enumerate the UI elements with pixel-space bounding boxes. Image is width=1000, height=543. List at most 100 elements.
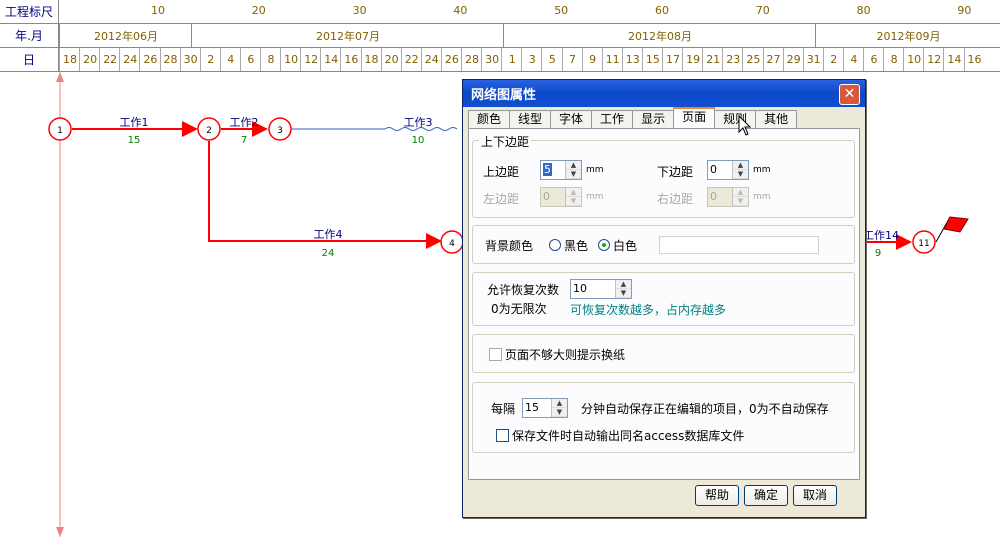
spin-up-icon: ▲: [733, 188, 748, 197]
day-cell: 7: [561, 48, 583, 71]
top-margin-stepper[interactable]: 5 ▲ ▼: [540, 160, 582, 180]
scale-tick: 20: [251, 4, 266, 17]
month-cell: 2012年09月: [815, 24, 1000, 47]
undo-count-value[interactable]: 10: [571, 280, 615, 298]
day-cell: 2: [199, 48, 221, 71]
arrow-task4: [208, 141, 442, 249]
spin-down-icon[interactable]: ▼: [733, 170, 748, 179]
background-color-swatch[interactable]: [659, 236, 819, 254]
radio-white-label[interactable]: 白色: [613, 237, 637, 254]
tab-other[interactable]: 其他: [755, 110, 798, 128]
day-cell: 14: [943, 48, 964, 71]
spin-up-icon[interactable]: ▲: [552, 399, 567, 408]
day-cell: 11: [601, 48, 623, 71]
day-cell: 2: [822, 48, 844, 71]
network-properties-dialog: 网络图属性 ✕ 颜色 线型 字体 工作 显示 页面 规则 其他 上下边距 上边距…: [462, 79, 866, 518]
task1-duration: 15: [128, 135, 141, 146]
task2-name: 工作2: [230, 116, 259, 129]
mouse-cursor-icon: [738, 115, 752, 136]
autosave-interval-value[interactable]: 15: [523, 399, 551, 417]
help-button[interactable]: 帮助: [695, 485, 739, 506]
day-cell: 17: [662, 48, 683, 71]
day-cell: 28: [159, 48, 181, 71]
spin-down-icon[interactable]: ▼: [552, 408, 567, 417]
bottom-margin-label: 下边距: [657, 165, 694, 179]
day-cell: 22: [99, 48, 120, 71]
tab-work[interactable]: 工作: [591, 110, 634, 128]
day-cell: 12: [923, 48, 944, 71]
scale-tick: 90: [957, 4, 972, 17]
month-cell: 2012年06月: [59, 24, 192, 47]
day-cell: 18: [59, 48, 80, 71]
scale-tick: 80: [856, 4, 871, 17]
tab-font[interactable]: 字体: [550, 110, 593, 128]
autosave-interval-stepper[interactable]: 15 ▲ ▼: [522, 398, 568, 418]
spin-up-icon[interactable]: ▲: [566, 161, 581, 170]
autosave-prefix: 每隔: [491, 402, 516, 416]
bottom-margin-stepper[interactable]: 0 ▲ ▼: [707, 160, 749, 180]
spin-down-icon[interactable]: ▼: [566, 170, 581, 179]
day-cell: 13: [621, 48, 643, 71]
svg-text:4: 4: [449, 239, 455, 249]
day-cell: 6: [863, 48, 884, 71]
day-cell: 18: [360, 48, 382, 71]
export-access-checkbox[interactable]: [496, 429, 509, 442]
tab-color[interactable]: 颜色: [468, 110, 511, 128]
spin-down-icon[interactable]: ▼: [616, 289, 631, 298]
top-margin-value[interactable]: 5: [541, 161, 565, 179]
paper-prompt-checkbox[interactable]: [489, 348, 502, 361]
radio-white[interactable]: [598, 239, 610, 251]
paper-prompt-label[interactable]: 页面不够大则提示换纸: [505, 346, 625, 363]
scale-tick: 70: [755, 4, 770, 17]
day-label: 日: [0, 48, 59, 71]
node-2: 2: [197, 117, 221, 141]
undo-note: 可恢复次数越多，占内存越多: [570, 303, 727, 317]
radio-black[interactable]: [549, 239, 561, 251]
timeline-ruler: 工程标尺 10 20 30 40 50 60 70 80 90 年.月 2012年06月 2012…: [0, 0, 1000, 72]
close-icon[interactable]: ✕: [839, 84, 860, 105]
svg-text:2: 2: [206, 126, 212, 136]
day-cell: 3: [521, 48, 542, 71]
undo-count-stepper[interactable]: 10 ▲ ▼: [570, 279, 632, 299]
left-margin-stepper: 0 ▲ ▼: [540, 187, 582, 207]
right-margin-label: 右边距: [657, 192, 694, 206]
end-flag-icon: [943, 216, 969, 233]
tab-page[interactable]: 页面: [673, 107, 716, 129]
radio-black-label[interactable]: 黑色: [564, 237, 588, 254]
task14-name: 工作14: [863, 229, 899, 242]
day-cell: 26: [440, 48, 462, 71]
dialog-title-bar[interactable]: 网络图属性 ✕: [463, 80, 865, 107]
left-margin-value: 0: [543, 190, 550, 203]
day-cell: 26: [139, 48, 160, 71]
tab-page-panel: 上下边距 上边距 5 ▲ ▼ mm 下边距 0 ▲ ▼ mm 左边距 0 ▲ ▼ mm…: [468, 128, 860, 480]
bottom-margin-value[interactable]: 0: [708, 161, 732, 179]
top-margin-unit: mm: [586, 165, 604, 175]
day-cell: 4: [219, 48, 241, 71]
bottom-margin-unit: mm: [753, 165, 771, 175]
scale-tick: 30: [352, 4, 367, 17]
right-margin-unit: mm: [753, 192, 771, 202]
spin-up-icon[interactable]: ▲: [616, 280, 631, 289]
node-3: 3: [268, 117, 292, 141]
day-cell: 24: [119, 48, 140, 71]
day-cell: 31: [802, 48, 824, 71]
day-cell: 30: [481, 48, 502, 71]
top-margin-label: 上边距: [483, 165, 520, 179]
export-access-label[interactable]: 保存文件时自动输出同名access数据库文件: [512, 427, 744, 444]
right-margin-value: 0: [710, 190, 717, 203]
spin-up-icon[interactable]: ▲: [733, 161, 748, 170]
ok-button[interactable]: 确定: [744, 485, 788, 506]
day-row: 日 18 20 22 24 26 28 30 2 4 6 8 10 12 14 16 18 20 22 24 26 28…: [0, 48, 1000, 72]
tab-linetype[interactable]: 线型: [509, 110, 552, 128]
scale-label: 工程标尺: [0, 0, 59, 23]
day-cell: 30: [179, 48, 201, 71]
month-label: 年.月: [0, 24, 59, 47]
autosave-suffix: 分钟自动保存正在编辑的项目，0为不自动保存: [581, 402, 829, 416]
day-cell: 29: [782, 48, 804, 71]
day-cell: 12: [300, 48, 321, 71]
day-cell: 20: [79, 48, 100, 71]
cancel-button[interactable]: 取消: [793, 485, 837, 506]
tab-display[interactable]: 显示: [632, 110, 675, 128]
day-cell: 25: [742, 48, 763, 71]
day-cell: 8: [260, 48, 281, 71]
